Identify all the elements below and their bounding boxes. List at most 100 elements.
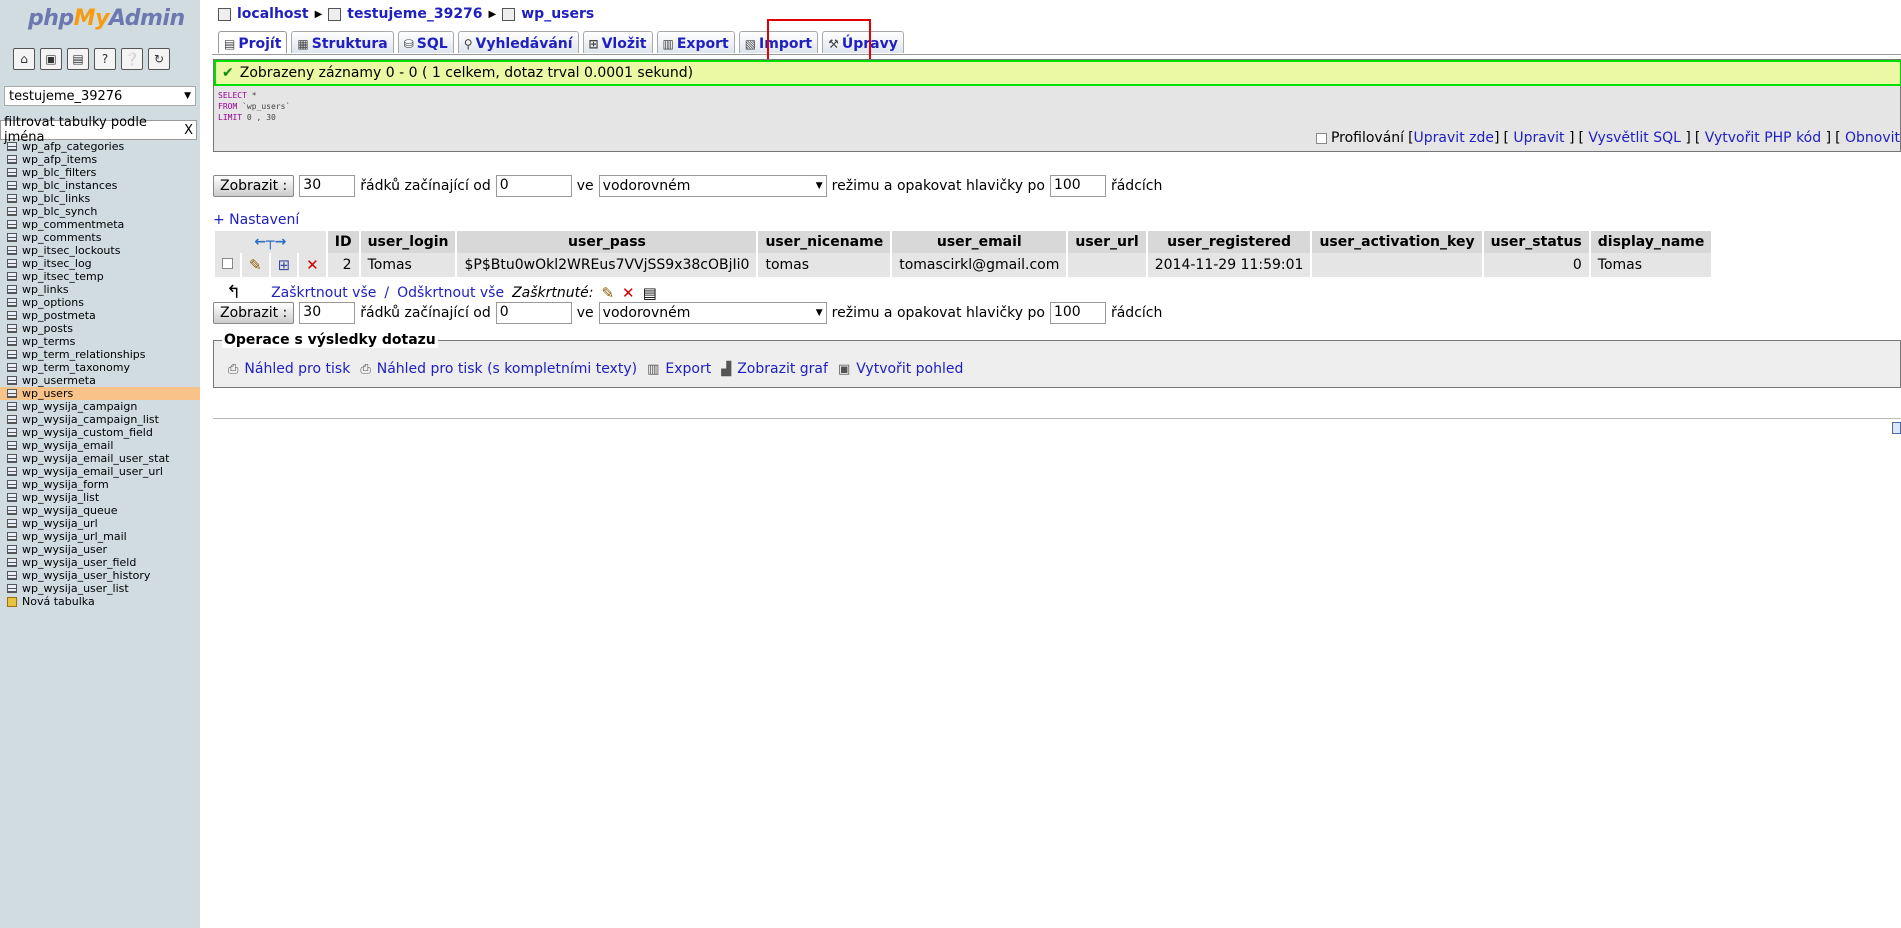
display-mode-select[interactable]: vodorovném ▼ <box>598 175 827 197</box>
operation-chart[interactable]: ▟ Zobrazit graf <box>721 361 828 377</box>
table-icon[interactable] <box>7 454 17 463</box>
sidebar-item-wp-postmeta[interactable]: wp_postmeta <box>0 309 200 322</box>
rows-input[interactable]: 30 <box>299 175 356 197</box>
sidebar-item-wp-usermeta[interactable]: wp_usermeta <box>0 374 200 387</box>
export-selected-icon[interactable]: ▤ <box>643 284 657 302</box>
table-icon[interactable] <box>7 532 17 541</box>
settings-link[interactable]: + Nastavení <box>213 212 299 228</box>
table-icon[interactable] <box>7 337 17 346</box>
tab-search[interactable]: ⚲ Vyhledávání <box>457 31 579 53</box>
operation-print[interactable]: ⎙ Náhled pro tisk <box>228 361 350 377</box>
sidebar-item-wp-terms[interactable]: wp_terms <box>0 335 200 348</box>
refresh-link[interactable]: Obnovit <box>1845 130 1900 146</box>
sidebar-item-wp-wysija-form[interactable]: wp_wysija_form <box>0 478 200 491</box>
sidebar-item-wp-blc-synch[interactable]: wp_blc_synch <box>0 205 200 218</box>
sidebar-item-wp-commentmeta[interactable]: wp_commentmeta <box>0 218 200 231</box>
sidebar-item-wp-afp-categories[interactable]: wp_afp_categories <box>0 140 200 153</box>
sidebar-item-wp-blc-filters[interactable]: wp_blc_filters <box>0 166 200 179</box>
table-icon[interactable] <box>7 428 17 437</box>
sidebar-item-wp-wysija-url[interactable]: wp_wysija_url <box>0 517 200 530</box>
sidebar-item-wp-wysija-campaign-list[interactable]: wp_wysija_campaign_list <box>0 413 200 426</box>
table-icon[interactable] <box>7 324 17 333</box>
uncheck-all-link[interactable]: Odškrtnout vše <box>397 285 504 301</box>
tab-sql[interactable]: ⛁ SQL <box>397 31 454 53</box>
database-select[interactable]: testujeme_39276 ▼ <box>4 86 196 106</box>
cell-user-email[interactable]: tomascirkl@gmail.com <box>892 253 1067 277</box>
cell-display-name[interactable]: Tomas <box>1590 253 1712 277</box>
table-icon[interactable] <box>7 298 17 307</box>
column-header-user-pass[interactable]: user_pass <box>457 231 757 253</box>
start-input[interactable]: 0 <box>495 302 572 324</box>
cell-id[interactable]: 2 <box>327 253 359 277</box>
mysql-docs-icon[interactable]: ❔ <box>121 48 143 70</box>
sidebar-item-wp-term-relationships[interactable]: wp_term_relationships <box>0 348 200 361</box>
row-checkbox[interactable] <box>215 253 240 277</box>
table-icon[interactable] <box>7 285 17 294</box>
table-icon[interactable] <box>7 558 17 567</box>
clear-filter-button[interactable]: X <box>184 123 193 138</box>
operation-export[interactable]: ▥ Export <box>647 361 711 377</box>
rows-input[interactable]: 30 <box>299 302 356 324</box>
sidebar-item-wp-blc-instances[interactable]: wp_blc_instances <box>0 179 200 192</box>
table-icon[interactable] <box>7 181 17 190</box>
table-icon[interactable] <box>7 571 17 580</box>
column-resize-control[interactable]: ←┬→ <box>215 231 326 253</box>
edit-link[interactable]: Upravit <box>1513 130 1564 146</box>
table-icon[interactable] <box>7 441 17 450</box>
sidebar-item-wp-itsec-log[interactable]: wp_itsec_log <box>0 257 200 270</box>
cell-user-login[interactable]: Tomas <box>360 253 456 277</box>
table-icon[interactable] <box>7 506 17 515</box>
phpmyadmin-logo[interactable]: phpMyAdmin <box>28 6 185 31</box>
delete-row-icon[interactable]: ✕ <box>299 253 326 277</box>
table-icon[interactable] <box>7 350 17 359</box>
table-icon[interactable] <box>7 168 17 177</box>
breadcrumb-server[interactable]: localhost <box>237 6 309 22</box>
table-icon[interactable] <box>7 402 17 411</box>
operation-print-full[interactable]: ⎙ Náhled pro tisk (s kompletními texty) <box>360 361 637 377</box>
cell-user-registered[interactable]: 2014-11-29 11:59:01 <box>1147 253 1311 277</box>
cell-user-url[interactable] <box>1068 253 1146 277</box>
table-icon[interactable] <box>7 584 17 593</box>
docs-icon[interactable]: ? <box>94 48 116 70</box>
sidebar-item-new-table[interactable]: Nová tabulka <box>0 595 200 608</box>
table-icon[interactable] <box>7 142 17 151</box>
sidebar-item-wp-itsec-temp[interactable]: wp_itsec_temp <box>0 270 200 283</box>
start-input[interactable]: 0 <box>495 175 572 197</box>
edit-inline-link[interactable]: Upravit zde <box>1414 130 1494 146</box>
cell-user-nicename[interactable]: tomas <box>758 253 891 277</box>
tab-browse[interactable]: ▤ Projít <box>218 31 288 53</box>
table-icon[interactable] <box>7 207 17 216</box>
tab-export[interactable]: ▥ Export <box>656 31 735 53</box>
profiling-checkbox[interactable] <box>1315 132 1327 144</box>
sidebar-item-wp-wysija-email-user-url[interactable]: wp_wysija_email_user_url <box>0 465 200 478</box>
sidebar-item-wp-wysija-url-mail[interactable]: wp_wysija_url_mail <box>0 530 200 543</box>
table-icon[interactable] <box>7 272 17 281</box>
table-icon[interactable] <box>7 233 17 242</box>
column-header-user-nicename[interactable]: user_nicename <box>758 231 891 253</box>
column-header-display-name[interactable]: display_name <box>1590 231 1712 253</box>
sidebar-item-wp-term-taxonomy[interactable]: wp_term_taxonomy <box>0 361 200 374</box>
column-header-user-registered[interactable]: user_registered <box>1147 231 1311 253</box>
column-header-user-status[interactable]: user_status <box>1483 231 1589 253</box>
sidebar-item-wp-options[interactable]: wp_options <box>0 296 200 309</box>
sidebar-item-wp-afp-items[interactable]: wp_afp_items <box>0 153 200 166</box>
display-mode-select[interactable]: vodorovném ▼ <box>598 302 827 324</box>
table-icon[interactable] <box>7 389 17 398</box>
sidebar-item-wp-wysija-email[interactable]: wp_wysija_email <box>0 439 200 452</box>
sql-docs-icon[interactable]: ▤ <box>67 48 89 70</box>
table-icon[interactable] <box>7 480 17 489</box>
collapse-icon[interactable] <box>1892 422 1901 434</box>
show-button[interactable]: Zobrazit : <box>213 175 295 197</box>
table-filter-input[interactable]: filtrovat tabulky podle jména X <box>0 115 197 145</box>
column-header-id[interactable]: ID <box>327 231 359 253</box>
delete-selected-icon[interactable]: ✕ <box>622 284 635 302</box>
sidebar-item-wp-wysija-email-user-stat[interactable]: wp_wysija_email_user_stat <box>0 452 200 465</box>
sidebar-item-wp-wysija-user-field[interactable]: wp_wysija_user_field <box>0 556 200 569</box>
home-icon[interactable]: ⌂ <box>13 48 35 70</box>
table-icon[interactable] <box>7 259 17 268</box>
cell-user-activation-key[interactable] <box>1312 253 1482 277</box>
breadcrumb-table[interactable]: wp_users <box>521 6 594 22</box>
query-window-icon[interactable]: ▣ <box>40 48 62 70</box>
sidebar-item-wp-users[interactable]: wp_users <box>0 387 200 400</box>
column-header-user-activation-key[interactable]: user_activation_key <box>1312 231 1482 253</box>
